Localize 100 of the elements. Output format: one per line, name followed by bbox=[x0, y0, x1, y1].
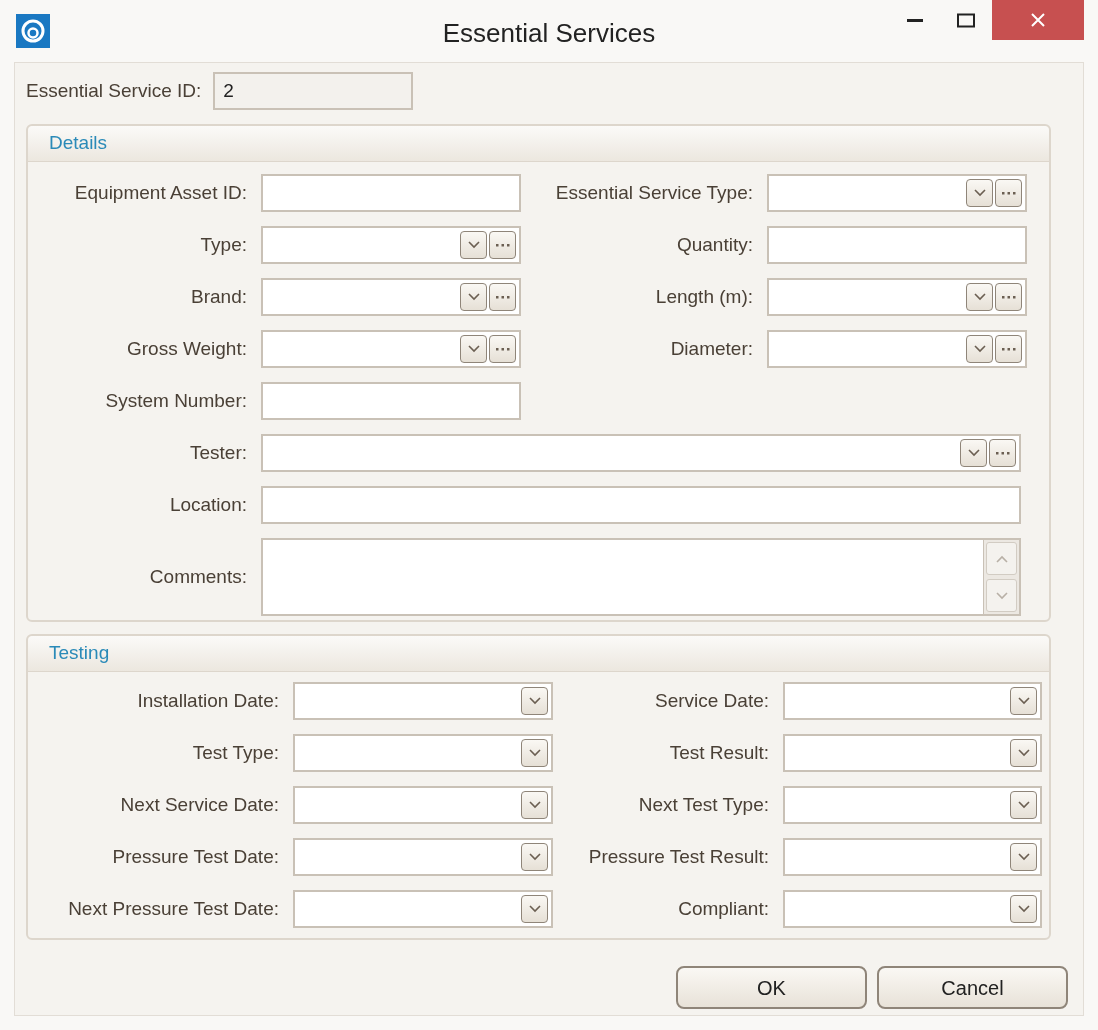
lookup-button[interactable] bbox=[489, 231, 516, 259]
dropdown-field[interactable] bbox=[783, 890, 1042, 928]
dropdown-button[interactable] bbox=[966, 283, 993, 311]
dropdown-button[interactable] bbox=[460, 231, 487, 259]
group-title: Testing bbox=[49, 641, 110, 666]
field-label: Next Test Type: bbox=[638, 792, 769, 817]
lookup-button[interactable] bbox=[989, 439, 1016, 467]
dropdown-button[interactable] bbox=[521, 791, 548, 819]
combo-field[interactable] bbox=[767, 278, 1027, 316]
lookup-button[interactable] bbox=[489, 335, 516, 363]
combo-field[interactable] bbox=[767, 330, 1027, 368]
window-title: Essential Services bbox=[442, 17, 656, 50]
maximize-icon bbox=[957, 12, 975, 28]
ellipsis-icon bbox=[994, 451, 1011, 455]
chevron-down-icon bbox=[528, 801, 541, 809]
chevron-up-icon bbox=[995, 554, 1008, 563]
lookup-button[interactable] bbox=[489, 283, 516, 311]
lookup-button[interactable] bbox=[995, 335, 1022, 363]
lookup-button[interactable] bbox=[995, 283, 1022, 311]
chevron-down-icon bbox=[467, 293, 480, 301]
chevron-down-icon bbox=[528, 697, 541, 705]
chevron-down-icon bbox=[995, 591, 1008, 600]
dropdown-field[interactable] bbox=[293, 890, 553, 928]
text-field[interactable] bbox=[767, 226, 1027, 264]
dropdown-button[interactable] bbox=[460, 335, 487, 363]
chevron-down-icon bbox=[973, 189, 986, 197]
ellipsis-icon bbox=[494, 243, 511, 247]
minimize-icon bbox=[907, 18, 923, 22]
text-field[interactable] bbox=[261, 174, 521, 212]
field-label: Pressure Test Date: bbox=[112, 844, 279, 869]
combo-field[interactable] bbox=[261, 278, 521, 316]
field-label: Pressure Test Result: bbox=[588, 844, 769, 869]
dropdown-button[interactable] bbox=[1010, 687, 1037, 715]
chevron-down-icon bbox=[467, 345, 480, 353]
dropdown-field[interactable] bbox=[293, 838, 553, 876]
dropdown-button[interactable] bbox=[1010, 895, 1037, 923]
dropdown-button[interactable] bbox=[1010, 739, 1037, 767]
chevron-down-icon bbox=[467, 241, 480, 249]
dropdown-button[interactable] bbox=[960, 439, 987, 467]
chevron-down-icon bbox=[967, 449, 980, 457]
chevron-down-icon bbox=[1017, 853, 1030, 861]
dropdown-button[interactable] bbox=[966, 335, 993, 363]
dropdown-button[interactable] bbox=[521, 739, 548, 767]
field-label: Tester: bbox=[189, 440, 247, 465]
chevron-down-icon bbox=[973, 293, 986, 301]
field-label: Length (m): bbox=[655, 284, 753, 309]
field-label: Service Date: bbox=[654, 688, 769, 713]
field-label: Equipment Asset ID: bbox=[74, 180, 247, 205]
chevron-down-icon bbox=[973, 345, 986, 353]
dropdown-button[interactable] bbox=[1010, 791, 1037, 819]
dropdown-field[interactable] bbox=[783, 838, 1042, 876]
dropdown-button[interactable] bbox=[460, 283, 487, 311]
id-value: 2 bbox=[223, 78, 234, 103]
dropdown-field[interactable] bbox=[293, 786, 553, 824]
ellipsis-icon bbox=[1000, 347, 1017, 351]
dropdown-field[interactable] bbox=[293, 682, 553, 720]
dialog-button[interactable]: OK bbox=[676, 966, 867, 1009]
dropdown-button[interactable] bbox=[521, 895, 548, 923]
id-field[interactable]: 2 bbox=[213, 72, 414, 110]
dropdown-field[interactable] bbox=[783, 786, 1042, 824]
field-label: Location: bbox=[169, 492, 247, 517]
dropdown-field[interactable] bbox=[293, 734, 553, 772]
dropdown-field[interactable] bbox=[783, 734, 1042, 772]
ellipsis-icon bbox=[494, 295, 511, 299]
field-label: Quantity: bbox=[676, 232, 753, 257]
dropdown-button[interactable] bbox=[521, 843, 548, 871]
dropdown-button[interactable] bbox=[966, 179, 993, 207]
field-label: Test Type: bbox=[192, 740, 279, 765]
field-label: Essential Service ID: bbox=[26, 78, 202, 103]
chevron-down-icon bbox=[1017, 801, 1030, 809]
field-label: Diameter: bbox=[670, 336, 753, 361]
dialog-button[interactable]: Cancel bbox=[877, 966, 1068, 1009]
field-label: Next Service Date: bbox=[120, 792, 279, 817]
field-label: Next Pressure Test Date: bbox=[68, 896, 279, 921]
dropdown-button[interactable] bbox=[521, 687, 548, 715]
lookup-button[interactable] bbox=[995, 179, 1022, 207]
dropdown-field[interactable] bbox=[783, 682, 1042, 720]
field-label: Type: bbox=[200, 232, 247, 257]
field-label: Gross Weight: bbox=[126, 336, 247, 361]
chevron-down-icon bbox=[1017, 749, 1030, 757]
ellipsis-icon bbox=[1000, 295, 1017, 299]
chevron-down-icon bbox=[528, 749, 541, 757]
field-label: Installation Date: bbox=[137, 688, 279, 713]
text-field[interactable] bbox=[261, 382, 521, 420]
dropdown-button[interactable] bbox=[1010, 843, 1037, 871]
field-label: Essential Service Type: bbox=[555, 180, 753, 205]
group-title: Details bbox=[49, 131, 108, 156]
field-label: Comments: bbox=[149, 564, 247, 589]
text-field[interactable] bbox=[261, 486, 1021, 524]
ellipsis-icon bbox=[1000, 191, 1017, 195]
combo-field[interactable] bbox=[767, 174, 1027, 212]
combo-field[interactable] bbox=[261, 434, 1021, 472]
combo-field[interactable] bbox=[261, 226, 521, 264]
combo-field[interactable] bbox=[261, 330, 521, 368]
chevron-down-icon bbox=[528, 853, 541, 861]
field-label: Compliant: bbox=[678, 896, 769, 921]
field-label: Brand: bbox=[191, 284, 247, 309]
ellipsis-icon bbox=[494, 347, 511, 351]
app-logo-icon bbox=[16, 14, 50, 48]
chevron-down-icon bbox=[1017, 905, 1030, 913]
